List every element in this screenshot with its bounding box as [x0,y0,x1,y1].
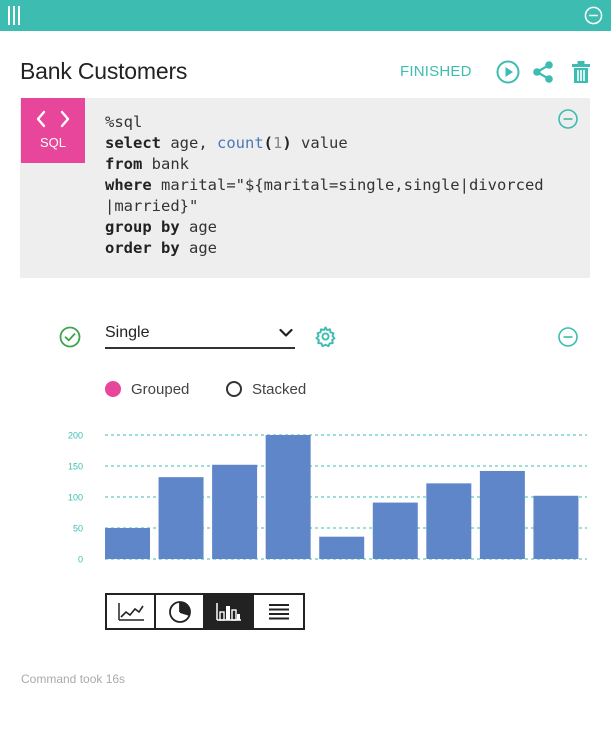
code-token: count [217,134,264,152]
chart-bar[interactable] [212,464,258,559]
share-icon[interactable] [531,60,555,84]
chart-bar[interactable] [533,495,579,559]
marital-select[interactable]: Single [105,322,295,349]
pie-chart-button[interactable] [156,595,206,628]
gear-icon[interactable] [314,325,337,348]
table-icon [268,603,289,619]
chart-bar[interactable] [158,477,204,559]
y-tick-label: 200 [68,431,83,441]
y-tick-label: 0 [78,555,83,565]
code-line: %sql [105,113,142,131]
chart-bar[interactable] [319,536,365,559]
y-tick-label: 50 [73,524,83,534]
line-chart-icon [117,602,144,621]
check-circle-icon [59,326,81,348]
bar-chart-button[interactable] [205,595,255,628]
code-brackets-icon [36,110,70,128]
y-tick-label: 150 [68,462,83,472]
bar-chart-icon [215,602,241,621]
code-token: ( [263,134,274,152]
code-token: select [105,134,161,152]
command-duration: Command took 16s [21,672,126,686]
code-token: age, [161,134,217,152]
trash-icon[interactable] [569,60,593,84]
bar-chart: 0 50 100 150 200 [68,431,587,565]
radio-stacked-label: Stacked [252,380,307,398]
paragraph-title: Bank Customers [20,58,188,84]
collapse-editor-icon[interactable] [557,108,579,130]
code-line: group by age [105,218,217,236]
pie-chart-icon [168,600,191,623]
code-token: |married}" [105,197,199,215]
radio-grouped[interactable]: Grouped [105,380,189,398]
marital-select-value: Single [105,324,150,341]
code-token: where [105,176,152,194]
sql-label: SQL [39,135,66,150]
drag-handle-icon[interactable] [8,6,20,25]
paragraph-toolbar [0,0,611,31]
code-line: order by age [105,239,217,257]
collapse-result-icon[interactable] [557,326,579,348]
code-line: |married}" [105,197,198,215]
visualization-toolbar [105,593,305,630]
code-token: value [291,134,348,152]
chevron-down-icon [279,328,293,337]
code-line: from bank [105,155,189,173]
radio-selected-icon [105,381,121,397]
radio-grouped-label: Grouped [131,380,190,398]
code-token: group by [105,218,180,236]
code-token: marital="${marital=single,single|divorce… [151,176,544,194]
radio-stacked[interactable]: Stacked [226,380,306,398]
y-tick-label: 100 [68,493,83,503]
sql-badge: SQL [21,98,85,163]
sql-code[interactable]: %sql select age, count(1) value from ban… [105,112,544,259]
code-token: age [179,239,217,257]
code-token: 1 [273,134,283,152]
code-line: select age, count(1) value [105,134,348,152]
collapse-icon[interactable] [584,6,603,25]
code-token: %sql [105,113,143,131]
chart-bar[interactable] [105,528,150,559]
table-button[interactable] [254,595,304,628]
code-token: order by [105,239,180,257]
code-token: bank [142,155,189,173]
chart-bar[interactable] [426,483,472,559]
code-line: where marital="${marital=single,single|d… [105,176,544,194]
run-icon[interactable] [496,60,520,84]
code-token: from [105,155,143,173]
status-label: FINISHED [400,63,472,80]
code-token: ) [282,134,292,152]
chart-bar[interactable] [265,435,311,559]
chart-bar[interactable] [372,502,418,559]
code-token: age [179,218,217,236]
line-chart-button[interactable] [107,595,157,628]
radio-unselected-icon [226,381,242,397]
chart-bar[interactable] [479,470,525,559]
